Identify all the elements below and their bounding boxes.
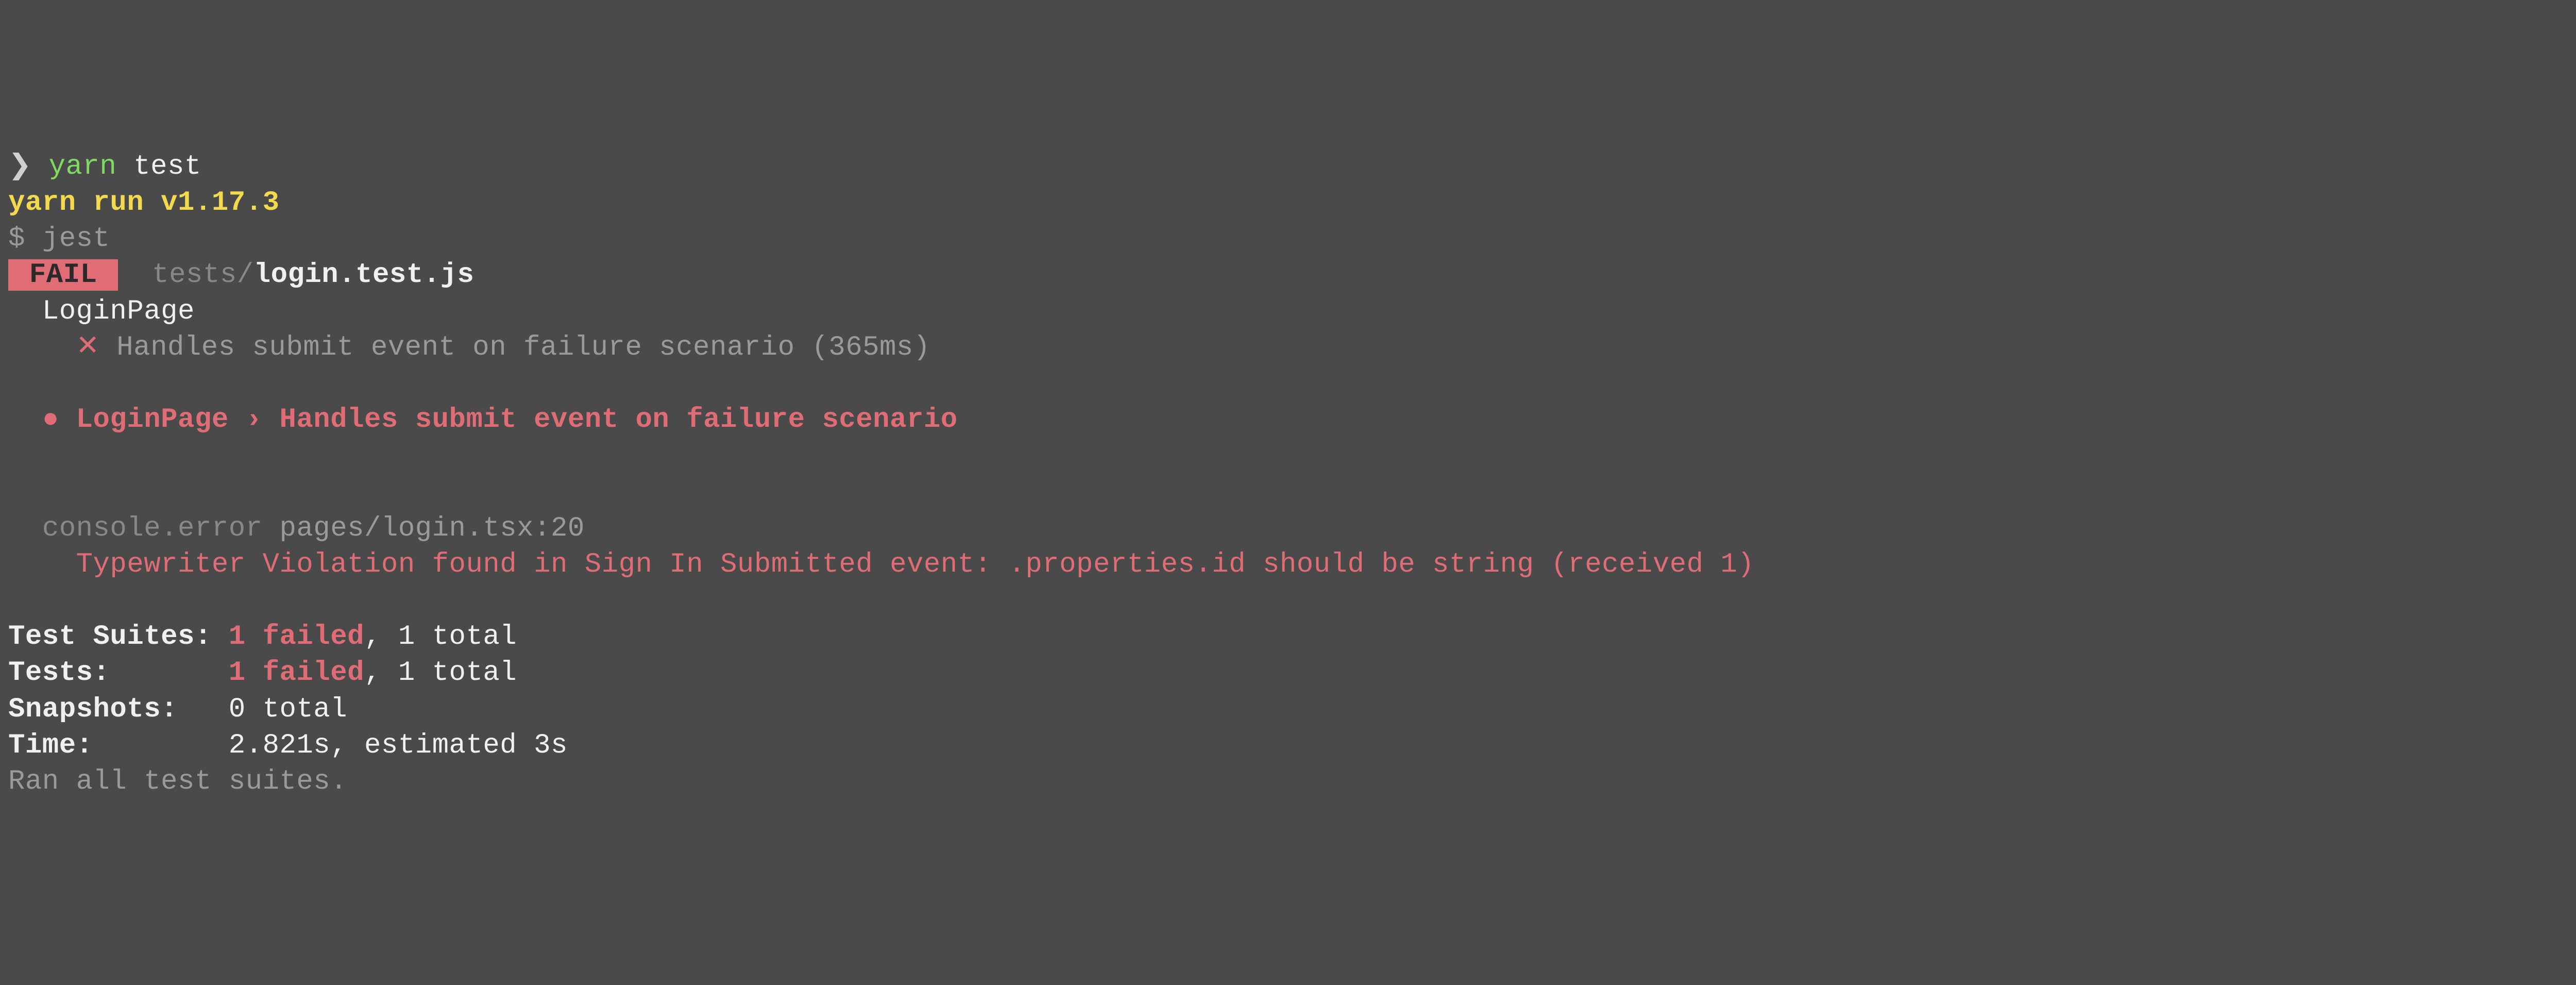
failing-test-name: Handles submit event on failure scenario bbox=[116, 332, 794, 363]
test-file-dir: tests/ bbox=[152, 259, 253, 291]
summary-tests-failed: 1 failed bbox=[229, 657, 364, 689]
fail-badge: FAIL bbox=[8, 259, 118, 291]
command-name: yarn bbox=[49, 151, 117, 182]
summary-tests-label: Tests: bbox=[8, 657, 110, 689]
console-error-label: console.error bbox=[42, 513, 263, 544]
bullet-icon: ● bbox=[42, 404, 59, 436]
command-args: test bbox=[133, 151, 201, 182]
summary-suites-total: , 1 total bbox=[364, 621, 517, 653]
prompt-caret-icon: ❯ bbox=[8, 151, 32, 182]
ran-all-line: Ran all test suites. bbox=[8, 766, 347, 797]
bullet-test-path: LoginPage › Handles submit event on fail… bbox=[76, 404, 958, 436]
summary-time-value: 2.821s, estimated 3s bbox=[229, 730, 568, 761]
summary-snapshots-value: 0 total bbox=[229, 694, 347, 725]
console-error-location: pages/login.tsx:20 bbox=[280, 513, 585, 544]
summary-snapshots-label: Snapshots: bbox=[8, 694, 178, 725]
suite-name: LoginPage bbox=[42, 296, 195, 327]
summary-suites-line: Test Suites: 1 failed, 1 total bbox=[8, 621, 517, 653]
summary-suites-label: Test Suites: bbox=[8, 621, 212, 653]
summary-time-line: Time: 2.821s, estimated 3s bbox=[8, 730, 568, 761]
console-error-message: Typewriter Violation found in Sign In Su… bbox=[76, 549, 1755, 580]
jest-invoke-line: $ jest bbox=[8, 223, 110, 255]
summary-tests-total: , 1 total bbox=[364, 657, 517, 689]
test-file-name: login.test.js bbox=[254, 259, 474, 291]
summary-time-label: Time: bbox=[8, 730, 93, 761]
terminal-output: ❯ yarn test yarn run v1.17.3 $ jest FAIL… bbox=[8, 149, 2568, 800]
summary-suites-failed: 1 failed bbox=[229, 621, 364, 653]
summary-tests-line: Tests: 1 failed, 1 total bbox=[8, 657, 517, 689]
fail-line: FAIL tests/login.test.js bbox=[8, 259, 474, 291]
fail-x-icon: ✕ bbox=[76, 332, 100, 363]
yarn-version-line: yarn run v1.17.3 bbox=[8, 187, 279, 219]
prompt-line: ❯ yarn test bbox=[8, 151, 201, 182]
failing-test-time: (365ms) bbox=[811, 332, 930, 363]
summary-snapshots-line: Snapshots: 0 total bbox=[8, 694, 347, 725]
